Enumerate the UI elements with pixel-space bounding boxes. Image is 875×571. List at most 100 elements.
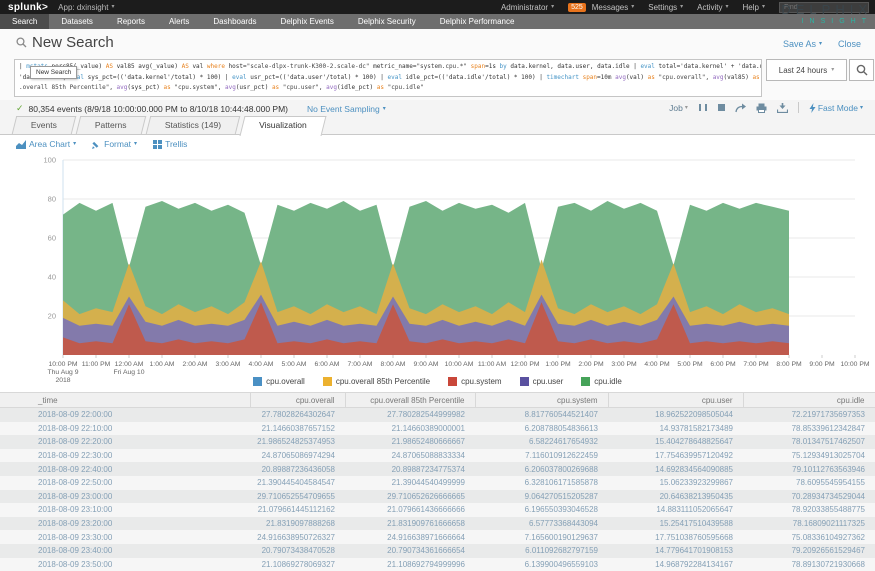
cell-value[interactable]: 20.89887234775374 <box>345 462 475 476</box>
cell-value[interactable]: 6.328106171585878 <box>475 476 608 490</box>
app-menu[interactable]: App: dxinsight ▾ <box>58 3 114 12</box>
share-button[interactable] <box>735 103 746 113</box>
cell-value[interactable]: 21.10869278069327 <box>250 558 345 571</box>
cell-value[interactable]: 21.079661436666666 <box>345 503 475 517</box>
cell-value[interactable]: 24.87065086974294 <box>250 449 345 463</box>
administrator-menu[interactable]: Administrator ▾ <box>501 3 554 12</box>
splunk-logo[interactable]: splunk> <box>8 2 48 13</box>
cell-time[interactable]: 2018-08-09 23:30:00 <box>0 530 250 544</box>
cell-value[interactable]: 21.390445404584547 <box>250 476 345 490</box>
cell-value[interactable]: 6.011092682797159 <box>475 544 608 558</box>
column-header-cpu-idle[interactable]: cpu.idle <box>743 393 875 408</box>
chart-type-button[interactable]: Area Chart ▾ <box>16 139 76 149</box>
cell-value[interactable]: 14.883111052065647 <box>608 503 743 517</box>
cell-value[interactable]: 20.64638213950435 <box>608 490 743 504</box>
trellis-button[interactable]: Trellis <box>153 139 187 149</box>
cell-value[interactable]: 20.790734361666654 <box>345 544 475 558</box>
cell-value[interactable]: 21.8319097888268 <box>250 517 345 531</box>
tab-visualization[interactable]: Visualization <box>239 116 326 136</box>
nav-item-dashboards[interactable]: Dashboards <box>201 14 268 29</box>
cell-value[interactable]: 8.817760544521407 <box>475 408 608 422</box>
cell-time[interactable]: 2018-08-09 22:20:00 <box>0 435 250 449</box>
legend-item-cpu-overall-85th-percentile[interactable]: cpu.overall 85th Percentile <box>323 377 430 386</box>
legend-item-cpu-overall[interactable]: cpu.overall <box>253 377 305 386</box>
cell-value[interactable]: 14.692834564090885 <box>608 462 743 476</box>
cell-time[interactable]: 2018-08-09 22:40:00 <box>0 462 250 476</box>
tab-patterns[interactable]: Patterns <box>76 116 146 134</box>
cell-value[interactable]: 21.98652480666667 <box>345 435 475 449</box>
cell-value[interactable]: 27.78028264302647 <box>250 408 345 422</box>
column-header-cpu-overall-85th-percentile[interactable]: cpu.overall 85th Percentile <box>345 393 475 408</box>
format-button[interactable]: Format ▾ <box>92 139 137 149</box>
cell-value[interactable]: 79.20926561529467 <box>743 544 875 558</box>
stop-button[interactable] <box>718 104 725 111</box>
legend-item-cpu-idle[interactable]: cpu.idle <box>581 377 622 386</box>
cell-value[interactable]: 72.21971735697353 <box>743 408 875 422</box>
cell-time[interactable]: 2018-08-09 23:10:00 <box>0 503 250 517</box>
legend-item-cpu-user[interactable]: cpu.user <box>520 377 564 386</box>
search-mode-menu[interactable]: Fast Mode ▾ <box>809 103 863 113</box>
cell-value[interactable]: 20.89887236436058 <box>250 462 345 476</box>
cell-value[interactable]: 6.196550393046528 <box>475 503 608 517</box>
cell-time[interactable]: 2018-08-09 22:10:00 <box>0 422 250 436</box>
cell-value[interactable]: 21.079661445112162 <box>250 503 345 517</box>
save-as-button[interactable]: Save As ▾ <box>783 39 822 49</box>
cell-value[interactable]: 6.208788054836613 <box>475 422 608 436</box>
cell-value[interactable]: 78.16809021117325 <box>743 517 875 531</box>
cell-value[interactable]: 78.89130721930668 <box>743 558 875 571</box>
event-sampling-menu[interactable]: No Event Sampling ▾ <box>307 104 386 114</box>
cell-value[interactable]: 79.10112763563946 <box>743 462 875 476</box>
tab-events[interactable]: Events <box>12 116 76 134</box>
cell-value[interactable]: 29.710652554709655 <box>250 490 345 504</box>
messages-menu[interactable]: 525 Messages ▾ <box>568 3 634 12</box>
cell-time[interactable]: 2018-08-09 22:50:00 <box>0 476 250 490</box>
tab-statistics-149[interactable]: Statistics (149) <box>145 116 240 134</box>
cell-value[interactable]: 24.916638950726327 <box>250 530 345 544</box>
cell-value[interactable]: 78.01347517462507 <box>743 435 875 449</box>
nav-item-alerts[interactable]: Alerts <box>157 14 201 29</box>
nav-item-delphix-events[interactable]: Delphix Events <box>269 14 346 29</box>
settings-menu[interactable]: Settings ▾ <box>648 3 683 12</box>
cell-value[interactable]: 7.165600190129637 <box>475 530 608 544</box>
help-menu[interactable]: Help ▾ <box>743 3 765 12</box>
cell-value[interactable]: 78.92033855488775 <box>743 503 875 517</box>
cell-time[interactable]: 2018-08-09 23:50:00 <box>0 558 250 571</box>
column-header-cpu-overall[interactable]: cpu.overall <box>250 393 345 408</box>
cell-value[interactable]: 21.986524825374953 <box>250 435 345 449</box>
cell-value[interactable]: 6.206037800269688 <box>475 462 608 476</box>
activity-menu[interactable]: Activity ▾ <box>697 3 728 12</box>
column-header-cpu-user[interactable]: cpu.user <box>608 393 743 408</box>
cell-time[interactable]: 2018-08-09 22:00:00 <box>0 408 250 422</box>
cell-time[interactable]: 2018-08-09 23:40:00 <box>0 544 250 558</box>
cell-value[interactable]: 21.14660389000001 <box>345 422 475 436</box>
cell-value[interactable]: 21.14660387657152 <box>250 422 345 436</box>
cpu-area-chart[interactable]: 2040608010010:00 PM11:00 PM12:00 AM1:00 … <box>0 155 875 387</box>
close-button[interactable]: Close <box>838 39 861 49</box>
cell-value[interactable]: 24.87065088833334 <box>345 449 475 463</box>
cell-value[interactable]: 6.57773368443094 <box>475 517 608 531</box>
nav-item-reports[interactable]: Reports <box>105 14 157 29</box>
cell-value[interactable]: 78.6095545954155 <box>743 476 875 490</box>
cell-value[interactable]: 14.968792284134167 <box>608 558 743 571</box>
legend-item-cpu-system[interactable]: cpu.system <box>448 377 501 386</box>
cell-value[interactable]: 21.39044540499999 <box>345 476 475 490</box>
nav-item-delphix-security[interactable]: Delphix Security <box>346 14 428 29</box>
export-button[interactable] <box>777 103 788 113</box>
cell-value[interactable]: 14.93781582173489 <box>608 422 743 436</box>
cell-value[interactable]: 15.06233923299867 <box>608 476 743 490</box>
column-header--time[interactable]: _time <box>0 393 250 408</box>
nav-item-datasets[interactable]: Datasets <box>49 14 105 29</box>
cell-value[interactable]: 75.12934913025704 <box>743 449 875 463</box>
cell-value[interactable]: 20.79073438470528 <box>250 544 345 558</box>
column-header-cpu-system[interactable]: cpu.system <box>475 393 608 408</box>
cell-value[interactable]: 14.779641701908153 <box>608 544 743 558</box>
cell-value[interactable]: 70.28934734529044 <box>743 490 875 504</box>
time-range-picker[interactable]: Last 24 hours ▾ <box>766 59 847 81</box>
nav-item-search[interactable]: Search <box>0 14 49 29</box>
cell-value[interactable]: 21.108692794999996 <box>345 558 475 571</box>
cell-value[interactable]: 21.831909761666658 <box>345 517 475 531</box>
cell-time[interactable]: 2018-08-09 23:00:00 <box>0 490 250 504</box>
cell-time[interactable]: 2018-08-09 23:20:00 <box>0 517 250 531</box>
nav-item-delphix-performance[interactable]: Delphix Performance <box>428 14 527 29</box>
cell-value[interactable]: 17.754639957120492 <box>608 449 743 463</box>
